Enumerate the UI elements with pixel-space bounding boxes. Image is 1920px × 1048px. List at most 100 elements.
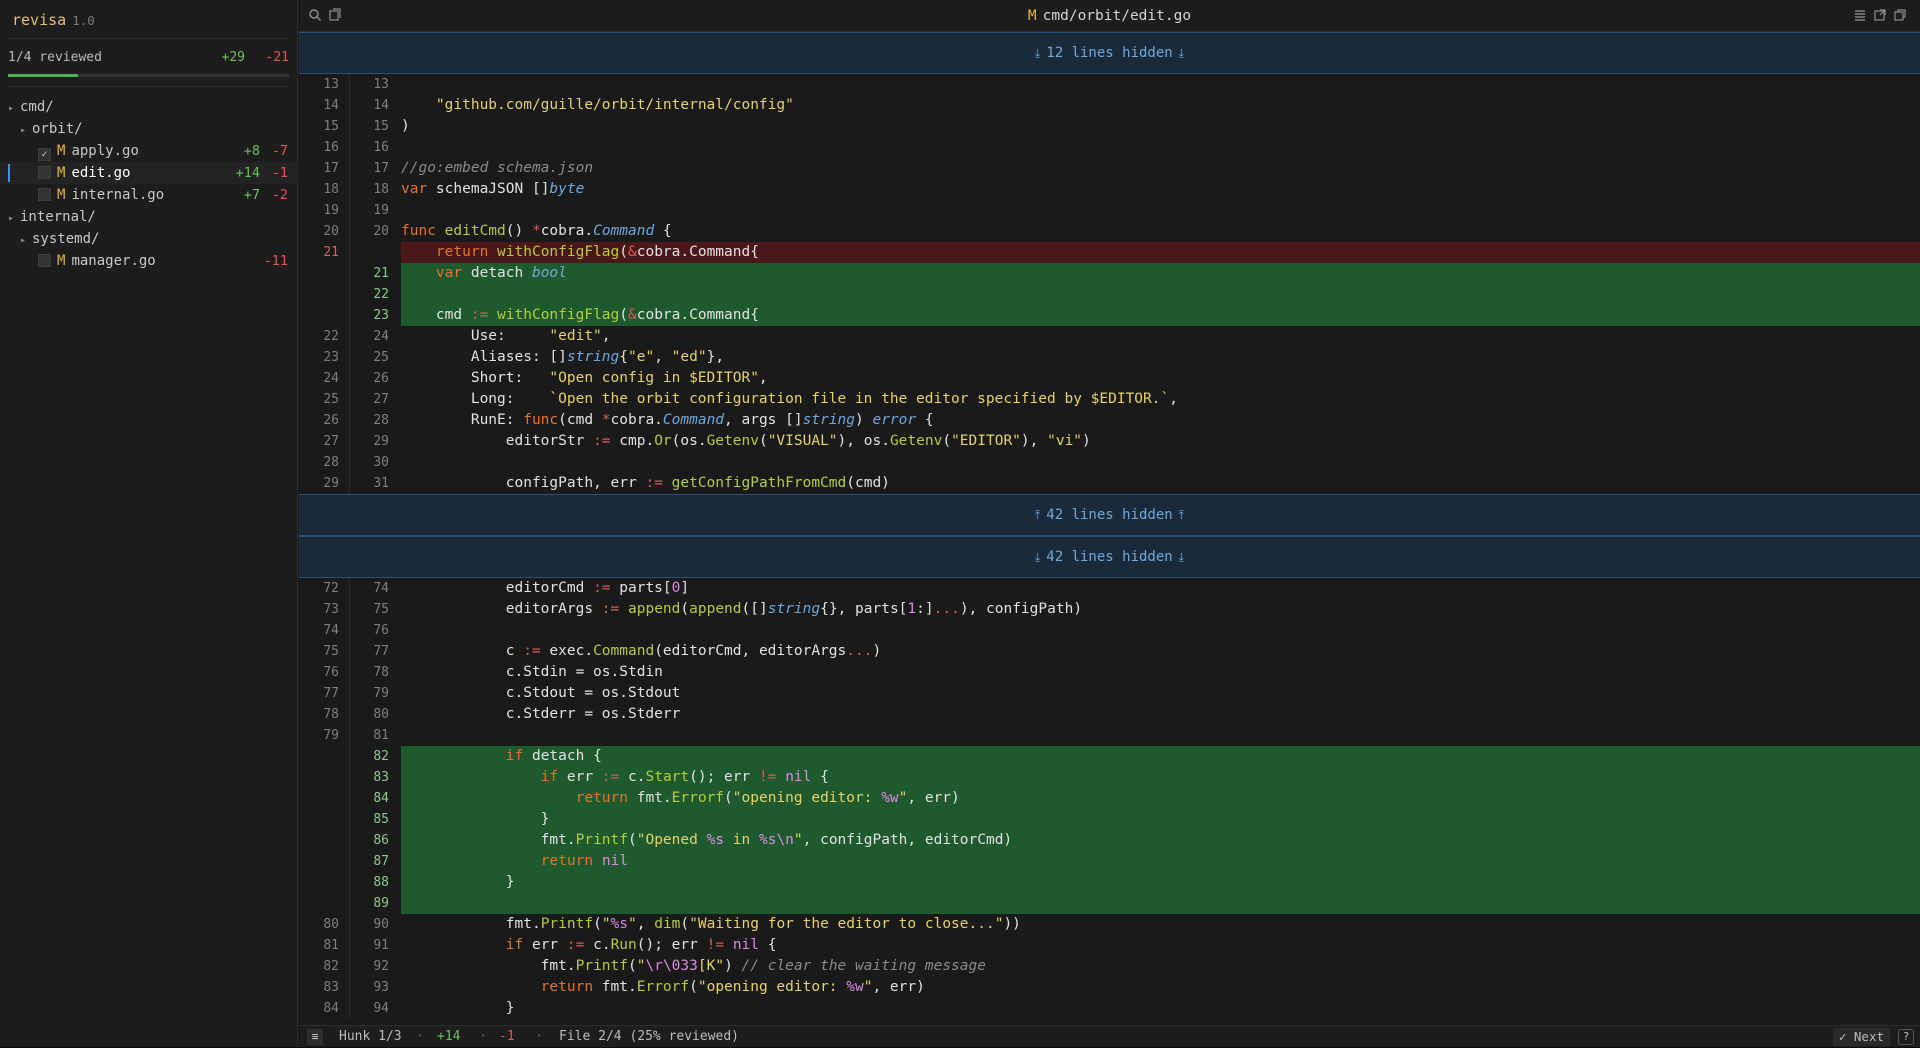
review-summary: 1/4 reviewed +29 -21 [8, 48, 289, 68]
hidden-lines-expander[interactable]: ⤓ 12 lines hidden ⤓ [299, 32, 1920, 74]
diff-line-context[interactable]: 18 18 var schemaJSON []byte [299, 179, 1920, 200]
new-line-number: 75 [373, 602, 389, 617]
new-line-number: 92 [373, 959, 389, 974]
new-line-number: 88 [373, 875, 389, 890]
sidebar-divider [8, 38, 289, 39]
reviewed-checkbox[interactable]: ✓ [38, 148, 51, 161]
diff-line-context[interactable]: 75 77 c := exec.Command(editorCmd, editor… [299, 641, 1920, 662]
folder-caret-icon[interactable]: ▸ [8, 208, 20, 230]
tree-file[interactable]: Minternal.go +7 -2 [0, 184, 298, 206]
diff-line-context[interactable]: 23 25 Aliases: []string{"e", "ed"}, [299, 347, 1920, 368]
old-line-number: 13 [323, 77, 339, 92]
diff-line-context[interactable]: 27 29 editorStr := cmp.Or(os.Getenv("VISU… [299, 431, 1920, 452]
code-text: fmt.Printf("\r\033[K") // clear the wait… [401, 958, 986, 974]
code-text: ) [401, 118, 410, 134]
diff-line-context[interactable]: 84 94 } [299, 998, 1920, 1019]
old-line-number: 15 [323, 119, 339, 134]
diff-line-added[interactable]: 89 [299, 893, 1920, 914]
diff-line-context[interactable]: 82 92 fmt.Printf("\r\033[K") // clear the… [299, 956, 1920, 977]
folder-caret-icon[interactable]: ▸ [8, 98, 20, 120]
diff-line-context[interactable]: 78 80 c.Stderr = os.Stderr [299, 704, 1920, 725]
diff-line-context[interactable]: 72 74 editorCmd := parts[0] [299, 578, 1920, 599]
tree-folder[interactable]: ▸ internal/ [0, 206, 298, 228]
diff-line-context[interactable]: 29 31 configPath, err := getConfigPathFro… [299, 473, 1920, 494]
diff-line-context[interactable]: 14 14 "github.com/guille/orbit/internal/c… [299, 95, 1920, 116]
new-line-number: 82 [373, 749, 389, 764]
diff-line-context[interactable]: 79 81 [299, 725, 1920, 746]
old-line-number: 79 [323, 728, 339, 743]
diff-line-removed[interactable]: 21 return withConfigFlag(&cobra.Command{ [299, 242, 1920, 263]
new-line-number: 20 [373, 224, 389, 239]
reviewed-checkbox[interactable] [38, 254, 51, 267]
diff-line-context[interactable]: 80 90 fmt.Printf("%s", dim("Waiting for t… [299, 914, 1920, 935]
windows-icon[interactable] [1892, 8, 1908, 24]
list-icon[interactable] [1852, 8, 1868, 24]
help-icon[interactable]: ? [1898, 1029, 1914, 1045]
external-link-icon[interactable] [1872, 8, 1888, 24]
diff-line-added[interactable]: 23 cmd := withConfigFlag(&cobra.Command{ [299, 305, 1920, 326]
file-indicator: File 2/4 (25% reviewed) [559, 1029, 740, 1044]
diff-line-added[interactable]: 85 } [299, 809, 1920, 830]
tree-folder[interactable]: ▸ orbit/ [0, 118, 298, 140]
diff-line-context[interactable]: 74 76 [299, 620, 1920, 641]
diff-line-added[interactable]: 22 [299, 284, 1920, 305]
diff-line-added[interactable]: 84 return fmt.Errorf("opening editor: %w… [299, 788, 1920, 809]
diff-line-context[interactable]: 20 20 func editCmd() *cobra.Command { [299, 221, 1920, 242]
new-line-number: 13 [373, 77, 389, 92]
new-line-number: 16 [373, 140, 389, 155]
diff-line-added[interactable]: 83 if err := c.Start(); err != nil { [299, 767, 1920, 788]
diff-line-context[interactable]: 73 75 editorArgs := append(append([]strin… [299, 599, 1920, 620]
tree-folder[interactable]: ▸ systemd/ [0, 228, 298, 250]
hidden-lines-expander[interactable]: ⤓ 42 lines hidden ⤓ [299, 536, 1920, 578]
diff-line-context[interactable]: 26 28 RunE: func(cmd *cobra.Command, args… [299, 410, 1920, 431]
hidden-lines-expander[interactable]: ⤒ 42 lines hidden ⤒ [299, 494, 1920, 536]
diff-line-context[interactable]: 13 13 [299, 74, 1920, 95]
diff-line-added[interactable]: 87 return nil [299, 851, 1920, 872]
old-line-number: 28 [323, 455, 339, 470]
file-status-badge: M [57, 187, 66, 203]
diff-line-context[interactable]: 24 26 Short: "Open config in $EDITOR", [299, 368, 1920, 389]
folder-caret-icon[interactable]: ▸ [20, 230, 32, 252]
diff-line-added[interactable]: 88 } [299, 872, 1920, 893]
diff-line-added[interactable]: 82 if detach { [299, 746, 1920, 767]
menu-icon[interactable]: ≡ [307, 1029, 323, 1045]
old-line-number: 84 [323, 1001, 339, 1016]
tree-folder[interactable]: ▸ cmd/ [0, 96, 298, 118]
copy-icon[interactable] [327, 8, 343, 24]
tree-file[interactable]: Mmanager.go -11 [0, 250, 298, 272]
diff-line-context[interactable]: 16 16 [299, 137, 1920, 158]
diff-line-added[interactable]: 21 var detach bool [299, 263, 1920, 284]
old-line-number: 74 [323, 623, 339, 638]
tree-file[interactable]: Medit.go +14 -1 [0, 162, 298, 184]
new-line-number: 87 [373, 854, 389, 869]
new-line-number: 84 [373, 791, 389, 806]
diff-line-context[interactable]: 15 15) [299, 116, 1920, 137]
old-line-number: 24 [323, 371, 339, 386]
diff-line-context[interactable]: 17 17 //go:embed schema.json [299, 158, 1920, 179]
old-line-number: 75 [323, 644, 339, 659]
diff-line-context[interactable]: 22 24 Use: "edit", [299, 326, 1920, 347]
search-icon[interactable] [307, 8, 323, 24]
reviewed-checkbox[interactable] [38, 166, 51, 179]
new-line-number: 14 [373, 98, 389, 113]
code-text [401, 893, 1920, 914]
tree-file[interactable]: ✓ Mapply.go +8 -7 [0, 140, 298, 162]
new-line-number: 23 [373, 308, 389, 323]
file-deletions: -7 [271, 143, 288, 159]
app-version: 1.0 [72, 13, 95, 28]
diff-line-context[interactable]: 28 30 [299, 452, 1920, 473]
diff-line-context[interactable]: 76 78 c.Stdin = os.Stdin [299, 662, 1920, 683]
diff-line-context[interactable]: 19 19 [299, 200, 1920, 221]
diff-line-added[interactable]: 86 fmt.Printf("Opened %s in %s\n", confi… [299, 830, 1920, 851]
folder-caret-icon[interactable]: ▸ [20, 120, 32, 142]
diff-line-context[interactable]: 83 93 return fmt.Errorf("opening editor: … [299, 977, 1920, 998]
reviewed-checkbox[interactable] [38, 188, 51, 201]
next-button[interactable]: ✓ Next [1832, 1028, 1890, 1046]
diff-line-context[interactable]: 81 91 if err := c.Run(); err != nil { [299, 935, 1920, 956]
diff-line-context[interactable]: 77 79 c.Stdout = os.Stdout [299, 683, 1920, 704]
hidden-lines-label: 12 lines hidden [1046, 45, 1173, 61]
new-line-number: 78 [373, 665, 389, 680]
diff-line-context[interactable]: 25 27 Long: `Open the orbit configuration… [299, 389, 1920, 410]
